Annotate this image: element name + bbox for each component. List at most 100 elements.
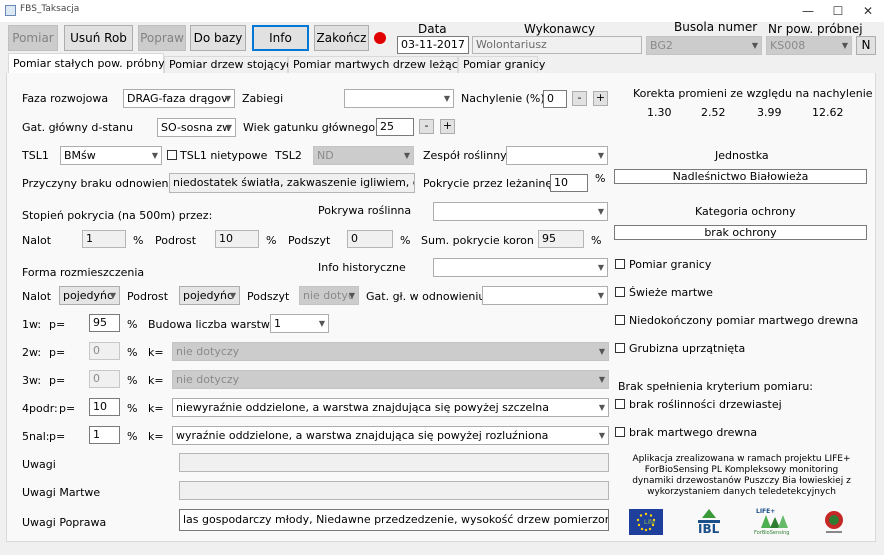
pokrycie-lez-pct: %: [595, 172, 606, 185]
w4-field[interactable]: 10: [89, 398, 120, 416]
budowa-select[interactable]: 1 ▼: [270, 314, 329, 333]
w2-k-label: k=: [148, 346, 164, 359]
maximize-icon[interactable]: ☐: [823, 0, 853, 22]
w4-k-select[interactable]: niewyraźnie oddzielone, a warstwa znajdu…: [172, 398, 609, 417]
chevron-down-icon: ▼: [597, 151, 604, 160]
w1-pct: %: [127, 318, 138, 331]
podrost2-select[interactable]: pojedyńc ▼: [179, 286, 240, 305]
faza-select[interactable]: DRAG-faza drągov ▼: [123, 89, 235, 108]
przyczyny-field[interactable]: niedostatek światła, zakwaszenie igliwie…: [169, 173, 415, 193]
minimize-icon[interactable]: —: [793, 0, 823, 22]
suma-pct: %: [591, 234, 602, 247]
zespol-label: Zespół roślinny: [423, 149, 507, 162]
w3-k-select[interactable]: nie dotyczy ▼: [172, 370, 609, 389]
uwagi-field[interactable]: [179, 453, 609, 472]
tsl1-nietypowe-label: TSL1 nietypowe: [180, 149, 268, 162]
w5-k-select[interactable]: wyraźnie oddzielone, a warstwa znajdując…: [172, 426, 609, 445]
chevron-down-icon: ▼: [443, 94, 450, 103]
zabiegi-select[interactable]: ▼: [344, 89, 454, 108]
w3-pct: %: [127, 374, 138, 387]
podszyt2-select[interactable]: nie dotyc ▼: [299, 286, 359, 305]
w2-field[interactable]: 0: [89, 342, 120, 360]
nr-pow-select[interactable]: KS008 ▼: [766, 36, 852, 55]
popraw-button[interactable]: Popraw: [138, 25, 186, 51]
busola-value: BG2: [650, 39, 673, 52]
w2-k-select[interactable]: nie dotyczy ▼: [172, 342, 609, 361]
pomiar-granicy-checkbox[interactable]: [615, 259, 625, 269]
tab-pomiar-stalych[interactable]: Pomiar stałych pow. próbnych: [8, 53, 178, 74]
tab-pomiar-drzew[interactable]: Pomiar drzew stojących: [164, 56, 299, 74]
podrost2-label: Podrost: [127, 290, 169, 303]
budowa-label: Budowa liczba warstw: [148, 318, 270, 331]
chevron-down-icon: ▼: [751, 41, 758, 50]
tab-pomiar-granicy[interactable]: Pomiar granicy: [458, 56, 545, 74]
brak-roslinnosci-checkbox[interactable]: [615, 399, 625, 409]
grubizna-label: Grubizna uprzątnięta: [629, 342, 746, 355]
zespol-select[interactable]: ▼: [506, 146, 608, 165]
usun-rob-button[interactable]: Usuń Rob: [64, 25, 133, 51]
data-field[interactable]: 03-11-2017: [397, 36, 469, 54]
tsl1-select[interactable]: BMśw ▼: [60, 146, 162, 165]
nalot-label: Nalot: [22, 234, 52, 247]
brak-martwego-checkbox[interactable]: [615, 427, 625, 437]
faza-label: Faza rozwojowa: [22, 92, 109, 105]
swieze-martwe-checkbox[interactable]: [615, 287, 625, 297]
national-park-logo: [820, 508, 848, 538]
do-bazy-button[interactable]: Do bazy: [190, 25, 246, 51]
forma-label: Forma rozmieszczenia: [22, 266, 145, 279]
w5-field[interactable]: 1: [89, 426, 120, 444]
w1-p-label: p=: [49, 318, 66, 331]
busola-select[interactable]: BG2 ▼: [646, 36, 762, 55]
podrost-field[interactable]: 10: [215, 230, 259, 248]
pokrywa-select[interactable]: ▼: [433, 202, 608, 221]
w2-label: 2w:: [22, 346, 42, 359]
uwagi-martwe-label: Uwagi Martwe: [22, 486, 101, 499]
w5-label: 5nal:: [22, 430, 50, 443]
chevron-down-icon: ▼: [109, 291, 116, 300]
podrost-pct: %: [266, 234, 277, 247]
w1-field[interactable]: 95: [89, 314, 120, 332]
nachylenie-field[interactable]: 0: [543, 90, 567, 108]
brak-martwego-label: brak martwego drewna: [629, 426, 758, 439]
gatodn-select[interactable]: ▼: [482, 286, 608, 305]
tsl1-nietypowe-checkbox[interactable]: [167, 150, 177, 160]
info-hist-select[interactable]: ▼: [433, 258, 608, 277]
wykonawcy-label: Wykonawcy: [524, 22, 596, 36]
wiek-increment-button[interactable]: +: [440, 119, 455, 134]
n-button[interactable]: N: [856, 36, 876, 55]
uwagi-martwe-field[interactable]: [179, 481, 609, 500]
chevron-down-icon: ▼: [224, 94, 231, 103]
nalot2-select[interactable]: pojedyńc ▼: [59, 286, 120, 305]
wykonawcy-field[interactable]: Wolontariusz: [472, 36, 642, 54]
pokrycie-lez-field[interactable]: 10: [550, 174, 588, 192]
korekta-value-1: 1.30: [647, 106, 672, 119]
close-icon[interactable]: ✕: [853, 0, 883, 22]
gat-select[interactable]: SO-sosna zw ▼: [157, 118, 236, 137]
pokrywa-label: Pokrywa roślinna: [318, 204, 412, 217]
info-hist-label: Info historyczne: [318, 261, 406, 274]
w4-k-label: k=: [148, 402, 164, 415]
zakoncz-button[interactable]: Zakończ: [314, 25, 369, 51]
w3-field[interactable]: 0: [89, 370, 120, 388]
svg-text:Life: Life: [644, 519, 655, 526]
podszyt-field[interactable]: 0: [347, 230, 393, 248]
tsl1-value: BMśw: [64, 149, 96, 162]
nalot-field[interactable]: 1: [82, 230, 126, 248]
pomiar-button[interactable]: Pomiar: [8, 25, 58, 51]
wiek-decrement-button[interactable]: -: [419, 119, 434, 134]
grubizna-checkbox[interactable]: [615, 343, 625, 353]
tsl2-select[interactable]: ND ▼: [313, 146, 414, 165]
niedokonczony-checkbox[interactable]: [615, 315, 625, 325]
uwagi-poprawa-field[interactable]: las gospodarczy młody, Niedawne przedzed…: [179, 509, 609, 531]
nachylenie-decrement-button[interactable]: -: [572, 91, 587, 106]
tab-pomiar-martwych[interactable]: Pomiar martwych drzew leżących: [288, 56, 477, 74]
wiek-field[interactable]: 25: [376, 118, 414, 136]
nachylenie-increment-button[interactable]: +: [593, 91, 608, 106]
w4-pct: %: [127, 402, 138, 415]
info-button[interactable]: Info: [252, 25, 309, 51]
faza-value: DRAG-faza drągov: [127, 92, 228, 105]
podszyt2-value: nie dotyc: [303, 289, 354, 302]
suma-field[interactable]: 95: [538, 230, 584, 248]
korekta-label: Korekta promieni ze względu na nachyleni…: [633, 87, 873, 100]
gat-value: SO-sosna zw: [161, 121, 232, 134]
